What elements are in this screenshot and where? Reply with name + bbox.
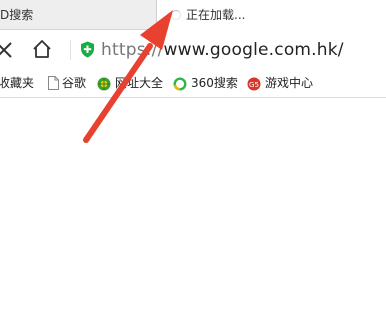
close-icon[interactable] xyxy=(0,40,14,60)
tab-label: 正在加载... xyxy=(186,8,246,22)
bookmark-label: 360搜索 xyxy=(191,76,238,90)
bookmark-label: 收藏夹 xyxy=(0,76,35,90)
tab-search[interactable]: D搜索 xyxy=(0,0,154,30)
tab-bar: D搜索 正在加载... xyxy=(0,0,386,31)
hao-icon xyxy=(97,77,111,91)
page-icon xyxy=(48,76,59,90)
page-content xyxy=(0,98,386,323)
bookmark-label: 游戏中心 xyxy=(265,76,314,90)
address-bar[interactable]: https://www.google.com.hk/ xyxy=(101,38,344,62)
url-scheme: https:// xyxy=(101,40,164,60)
game-icon: G5 xyxy=(247,77,261,91)
bookmark-google[interactable]: 谷歌 xyxy=(46,70,92,97)
svg-text:G5: G5 xyxy=(249,81,259,89)
url-host: www.google.com.hk/ xyxy=(163,40,344,60)
bookmark-360search[interactable]: 360搜索 xyxy=(172,70,244,97)
loading-spinner-icon xyxy=(171,10,181,20)
bookmark-game-center[interactable]: G5 游戏中心 xyxy=(246,70,318,97)
bookmarks-bar: 收藏夹 谷歌 网址大全 360搜索 G5 游戏中心 xyxy=(0,70,386,98)
search360-icon xyxy=(173,77,187,91)
bookmark-label: 网址大全 xyxy=(115,76,164,90)
home-icon[interactable] xyxy=(31,38,53,60)
bookmark-hao123[interactable]: 网址大全 xyxy=(96,70,168,97)
toolbar: https://www.google.com.hk/ xyxy=(0,30,386,70)
bookmark-label: 谷歌 xyxy=(62,76,87,90)
toolbar-divider xyxy=(70,40,71,60)
shield-icon[interactable] xyxy=(80,41,95,58)
tab-loading[interactable]: 正在加载... xyxy=(156,0,386,31)
tab-label: D搜索 xyxy=(0,8,34,22)
